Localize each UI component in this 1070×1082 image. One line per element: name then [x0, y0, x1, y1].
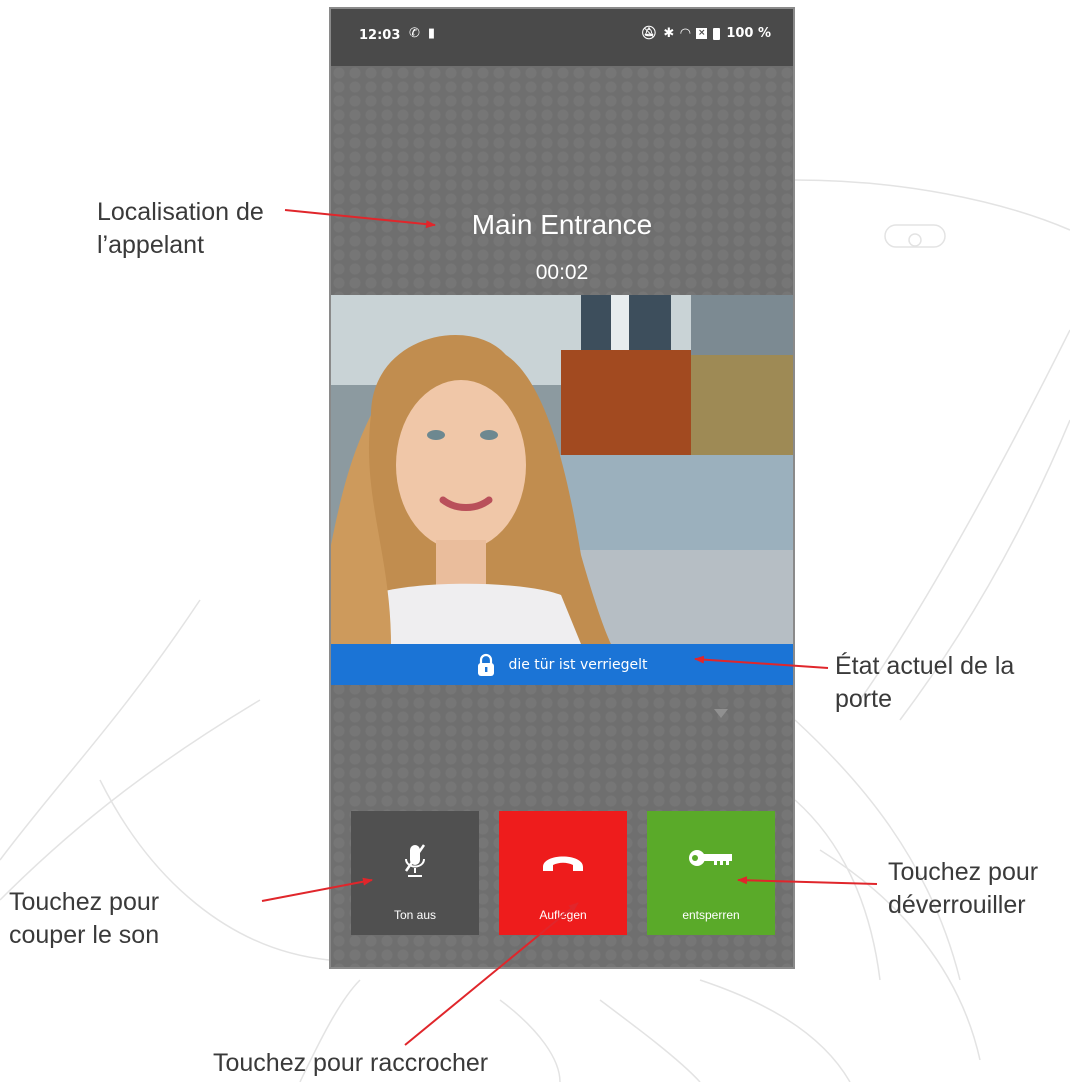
- annotation-door-state: État actuel de la porte: [835, 652, 1015, 713]
- keyhole-icon: ▮: [427, 26, 444, 41]
- status-bar: 12:03 ✆▮ 🔕︎ ✱ ◠ × 100 %: [331, 9, 793, 66]
- annotation-unlock: Touchez pour déverrouiller: [888, 858, 1039, 919]
- phone-screen: 12:03 ✆▮ 🔕︎ ✱ ◠ × 100 % Main Entrance 00…: [329, 7, 795, 969]
- mute-button-label: Ton aus: [393, 908, 437, 922]
- unlock-button-label: entsperren: [682, 908, 740, 922]
- wifi-icon: ◠: [680, 26, 691, 41]
- unlock-button[interactable]: entsperren: [647, 811, 775, 935]
- call-timer: 00:02: [535, 261, 589, 284]
- chevron-down-icon[interactable]: [714, 709, 728, 718]
- status-left-icons: ✆▮: [409, 26, 443, 41]
- hang-up-icon: [543, 856, 583, 871]
- battery-percent: 100 %: [726, 26, 771, 41]
- sim-icon: ×: [696, 28, 708, 39]
- bluetooth-icon: ✱: [663, 26, 675, 41]
- door-status-text: die tür ist verriegelt: [508, 656, 648, 673]
- door-status-bar: die tür ist verriegelt: [331, 644, 793, 685]
- caller-location: Main Entrance: [471, 209, 653, 240]
- status-right-icons: 🔕︎ ✱ ◠ × 100 %: [641, 26, 771, 41]
- hang-up-button-label: Auflegen: [539, 908, 587, 922]
- mute-button[interactable]: Ton aus: [351, 811, 479, 935]
- annotation-hang-up: Touchez pour raccrocher: [213, 1049, 489, 1077]
- key-icon: [689, 850, 732, 866]
- lock-icon: [478, 653, 495, 676]
- mute-bell-icon: 🔕︎: [640, 26, 658, 41]
- status-time: 12:03: [359, 28, 401, 43]
- annotation-mute: Touchez pour couper le son: [9, 888, 160, 949]
- annotation-caller-location: Localisation de l’appelant: [97, 198, 264, 259]
- call-icon: ✆: [409, 26, 428, 41]
- battery-icon: [713, 27, 721, 40]
- hang-up-button[interactable]: Auflegen: [499, 811, 627, 935]
- mic-off-icon: [404, 844, 426, 877]
- door-camera-video: [331, 295, 793, 644]
